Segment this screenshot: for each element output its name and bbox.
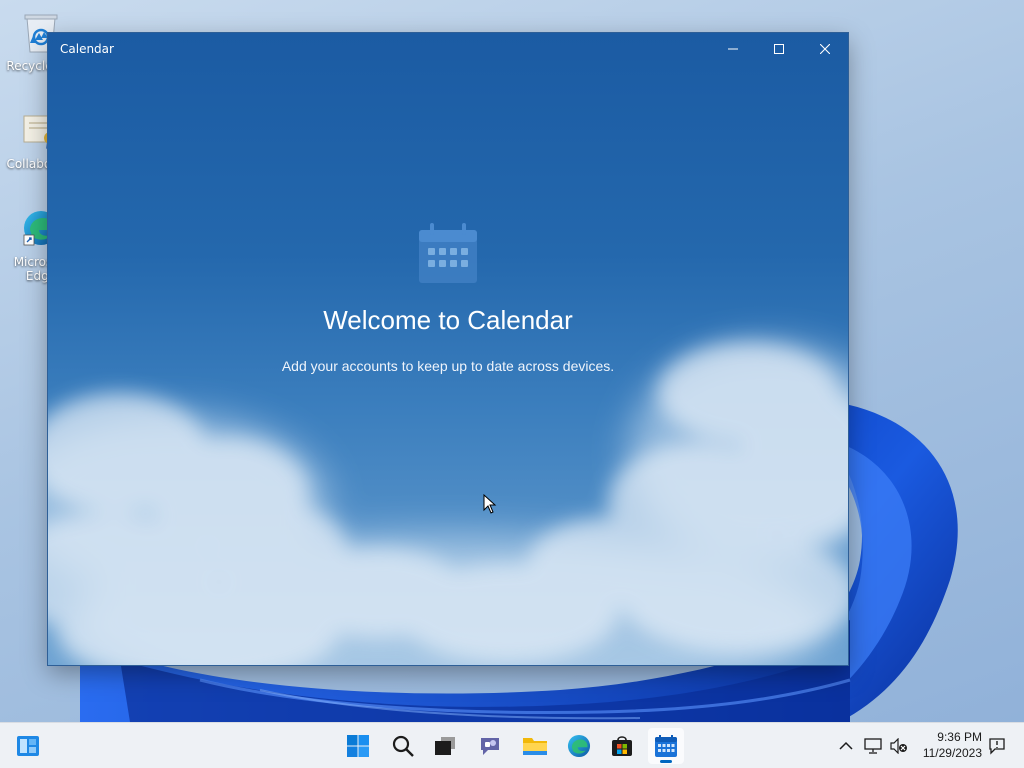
folder-icon: [523, 738, 547, 755]
notification-button[interactable]: [986, 733, 1008, 759]
chat-button[interactable]: [472, 728, 508, 764]
window-controls: [710, 33, 848, 65]
show-hidden-icons-button[interactable]: [836, 733, 856, 759]
minimize-button[interactable]: [710, 33, 756, 65]
calendar-taskbar-button[interactable]: [648, 728, 684, 764]
store-button[interactable]: [604, 728, 640, 764]
cloud-background: [48, 343, 848, 665]
clock[interactable]: 9:36 PM 11/29/2023: [923, 729, 982, 761]
welcome-heading: Welcome to Calendar: [323, 305, 573, 335]
clock-date: 11/29/2023: [922, 746, 982, 760]
volume-muted-icon: [890, 738, 907, 754]
calendar-icon: [655, 735, 677, 757]
chat-icon: [481, 738, 499, 755]
search-icon: [392, 735, 414, 757]
window-title: Calendar: [60, 42, 114, 56]
task-view-button[interactable]: [427, 728, 463, 764]
close-icon: [820, 44, 830, 54]
search-button[interactable]: [385, 728, 421, 764]
start-button[interactable]: [340, 728, 376, 764]
widgets-icon: [17, 736, 39, 756]
network-button[interactable]: [862, 733, 884, 759]
close-button[interactable]: [802, 33, 848, 65]
volume-button[interactable]: [888, 733, 910, 759]
maximize-button[interactable]: [756, 33, 802, 65]
task-view-icon: [435, 737, 455, 755]
calendar-window: Calendar Welcome to Calendar Add your ac…: [48, 33, 848, 665]
windows-start-icon: [347, 735, 369, 757]
taskbar: 9:36 PM 11/29/2023: [0, 722, 1024, 768]
notification-icon: [989, 738, 1005, 755]
store-icon: [612, 736, 632, 756]
network-icon: [864, 738, 882, 754]
welcome-subtitle: Add your accounts to keep up to date acr…: [281, 358, 615, 374]
maximize-icon: [774, 44, 784, 54]
chevron-up-icon: [839, 741, 853, 750]
edge-taskbar-button[interactable]: [561, 728, 597, 764]
minimize-icon: [728, 48, 738, 50]
file-explorer-button[interactable]: [517, 728, 553, 764]
widgets-button[interactable]: [10, 728, 46, 764]
mouse-cursor-icon: [483, 494, 497, 514]
title-bar[interactable]: Calendar: [48, 33, 848, 65]
edge-icon: [567, 734, 591, 758]
calendar-icon: [419, 223, 477, 283]
clock-time: 9:36 PM: [937, 730, 982, 744]
